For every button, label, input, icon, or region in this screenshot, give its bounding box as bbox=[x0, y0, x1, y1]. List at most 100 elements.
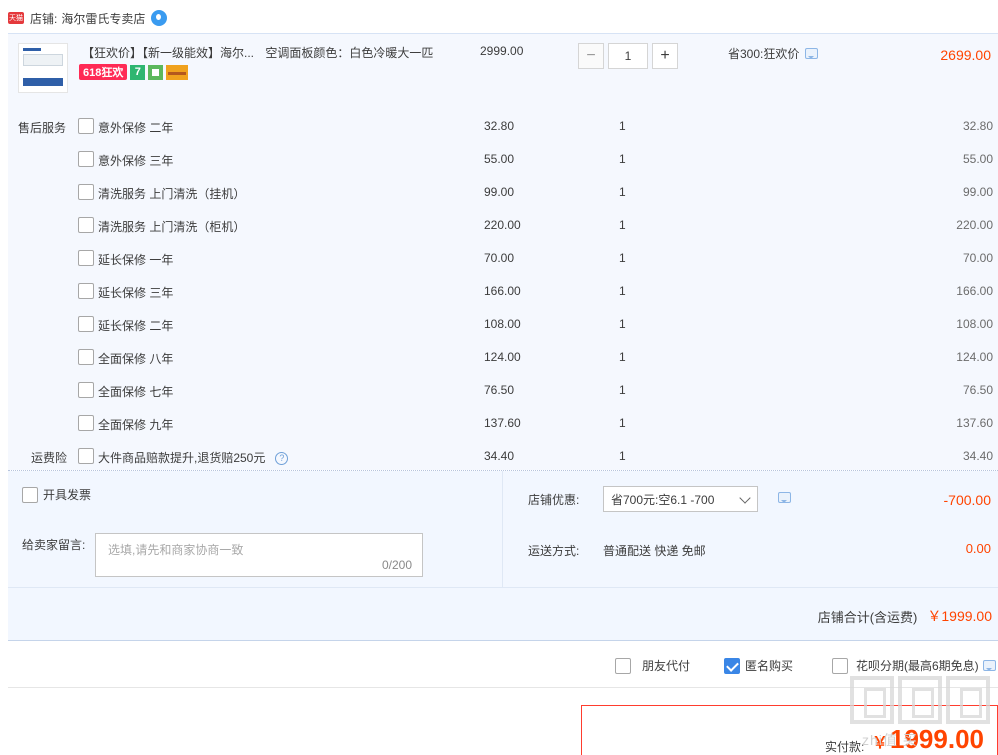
service-checkbox[interactable] bbox=[78, 118, 94, 134]
anonymous-option[interactable]: 匿名购买 bbox=[724, 657, 793, 674]
product-attrs: 空调面板颜色：白色冷暖大一匹 bbox=[265, 46, 434, 60]
service-row: 延长保修 三年 166.00 1 166.00 bbox=[8, 279, 998, 303]
invoice-option[interactable]: 开具发票 bbox=[22, 486, 91, 503]
friend-pay-checkbox[interactable] bbox=[615, 657, 631, 674]
qty-input[interactable]: 1 bbox=[608, 43, 648, 69]
service-price: 32.80 bbox=[484, 119, 515, 133]
service-total: 55.00 bbox=[962, 152, 993, 166]
help-icon[interactable]: ? bbox=[275, 452, 289, 466]
message-textarea[interactable]: 选填,请先和商家协商一致 0/200 bbox=[95, 533, 423, 577]
credit-card-icon bbox=[166, 64, 189, 80]
service-qty: 1 bbox=[619, 284, 626, 298]
message-label: 给卖家留言: bbox=[22, 538, 86, 552]
wangwang-chat-icon[interactable] bbox=[151, 10, 168, 26]
shop-total-label: 店铺合计(含运费) bbox=[817, 609, 918, 625]
service-row: 意外保修 三年 55.00 1 55.00 bbox=[8, 147, 998, 171]
service-checkbox[interactable] bbox=[78, 316, 94, 332]
service-qty: 1 bbox=[619, 350, 626, 364]
service-checkbox[interactable] bbox=[78, 283, 94, 299]
payment-label: 实付款: bbox=[825, 740, 865, 754]
order-extras-box: 开具发票 给卖家留言: 选填,请先和商家协商一致 0/200 店铺优惠: 省70… bbox=[8, 471, 998, 641]
shipping-insurance-name: 大件商品赔款提升,退货赔250元? bbox=[98, 449, 289, 466]
service-name: 全面保修 九年 bbox=[98, 418, 174, 432]
watermark-text: zhi值 买 bbox=[862, 732, 918, 748]
service-total: 99.00 bbox=[962, 185, 993, 199]
service-name: 延长保修 一年 bbox=[98, 253, 174, 267]
service-checkbox[interactable] bbox=[78, 415, 94, 431]
service-price: 99.00 bbox=[484, 185, 515, 199]
product-thumbnail[interactable] bbox=[18, 43, 68, 93]
product-unit-price: 2999.00 bbox=[480, 44, 524, 58]
delivery-amount: 0.00 bbox=[965, 541, 991, 556]
shipping-insurance-total: 34.40 bbox=[962, 449, 993, 463]
service-total: 32.80 bbox=[962, 119, 993, 133]
service-name: 延长保修 二年 bbox=[98, 319, 174, 333]
guarantee-icon bbox=[148, 64, 164, 80]
shop-label: 店铺: bbox=[30, 11, 58, 26]
service-row: 清洗服务 上门清洗（柜机） 220.00 1 220.00 bbox=[8, 213, 998, 237]
huabei-option[interactable]: 花呗分期(最高6期免息) bbox=[832, 657, 996, 674]
invoice-checkbox[interactable] bbox=[22, 486, 38, 503]
service-total: 124.00 bbox=[956, 350, 993, 364]
service-price: 55.00 bbox=[484, 152, 515, 166]
coupon-select[interactable]: 省700元:空6.1 -700 bbox=[603, 486, 758, 512]
service-checkbox[interactable] bbox=[78, 349, 94, 365]
quantity-stepper: − 1 + bbox=[578, 43, 678, 69]
friend-pay-option[interactable]: 朋友代付 bbox=[615, 657, 690, 674]
service-checkbox[interactable] bbox=[78, 184, 94, 200]
friend-pay-label: 朋友代付 bbox=[642, 659, 691, 673]
coupon-comment-icon[interactable] bbox=[778, 492, 791, 503]
huabei-checkbox[interactable] bbox=[832, 657, 848, 674]
service-total: 70.00 bbox=[962, 251, 993, 265]
product-badges: 618狂欢 7 bbox=[79, 64, 189, 80]
delivery-method: 普通配送 快递 免邮 bbox=[603, 544, 706, 558]
service-checkbox[interactable] bbox=[78, 151, 94, 167]
product-title-link[interactable]: 【狂欢价】【新一级能效】海尔... bbox=[82, 46, 254, 60]
delivery-label: 运送方式: bbox=[528, 544, 580, 558]
service-total: 108.00 bbox=[956, 317, 993, 331]
service-qty: 1 bbox=[619, 119, 626, 133]
service-qty: 1 bbox=[619, 185, 626, 199]
chevron-down-icon bbox=[739, 492, 751, 504]
service-qty: 1 bbox=[619, 218, 626, 232]
anonymous-label: 匿名购买 bbox=[745, 659, 794, 673]
service-row: 清洗服务 上门清洗（挂机） 99.00 1 99.00 bbox=[8, 180, 998, 204]
service-total: 137.60 bbox=[956, 416, 993, 430]
service-price: 124.00 bbox=[484, 350, 521, 364]
coupon-label: 店铺优惠: bbox=[528, 493, 580, 507]
order-item-box: 【狂欢价】【新一级能效】海尔... 空调面板颜色：白色冷暖大一匹 618狂欢 7… bbox=[8, 33, 998, 470]
service-qty: 1 bbox=[619, 416, 626, 430]
service-price: 220.00 bbox=[484, 218, 521, 232]
service-qty: 1 bbox=[619, 317, 626, 331]
service-checkbox[interactable] bbox=[78, 250, 94, 266]
service-qty: 1 bbox=[619, 251, 626, 265]
huabei-info-icon[interactable] bbox=[982, 660, 996, 671]
shop-name-link[interactable]: 海尔雷氏专卖店 bbox=[61, 10, 145, 27]
service-qty: 1 bbox=[619, 383, 626, 397]
shop-header: 天猫 店铺: 海尔雷氏专卖店 bbox=[8, 8, 168, 28]
service-qty: 1 bbox=[619, 152, 626, 166]
service-row: 全面保修 九年 137.60 1 137.60 bbox=[8, 411, 998, 435]
service-checkbox[interactable] bbox=[78, 382, 94, 398]
seven-day-return-icon: 7 bbox=[130, 64, 146, 80]
service-total: 166.00 bbox=[956, 284, 993, 298]
product-title-line: 【狂欢价】【新一级能效】海尔... 空调面板颜色：白色冷暖大一匹 bbox=[82, 44, 452, 61]
service-row: 全面保修 七年 76.50 1 76.50 bbox=[8, 378, 998, 402]
service-name: 清洗服务 上门清洗（挂机） bbox=[98, 187, 246, 201]
service-total: 76.50 bbox=[962, 383, 993, 397]
service-row: 延长保修 二年 108.00 1 108.00 bbox=[8, 312, 998, 336]
service-name: 延长保修 三年 bbox=[98, 286, 174, 300]
anonymous-checkbox[interactable] bbox=[724, 657, 740, 674]
invoice-label: 开具发票 bbox=[43, 488, 92, 502]
shop-total: 店铺合计(含运费) ￥1999.00 bbox=[818, 606, 992, 626]
qty-minus-button[interactable]: − bbox=[578, 43, 604, 69]
service-total: 220.00 bbox=[956, 218, 993, 232]
service-checkbox[interactable] bbox=[78, 217, 94, 233]
promo-text: 省300:狂欢价 bbox=[728, 47, 800, 61]
promo-comment-icon[interactable] bbox=[805, 48, 819, 59]
service-name: 意外保修 三年 bbox=[98, 154, 174, 168]
qty-plus-button[interactable]: + bbox=[652, 43, 678, 69]
huabei-label: 花呗分期(最高6期免息) bbox=[856, 659, 979, 673]
promo-618-badge: 618狂欢 bbox=[79, 64, 128, 80]
shipping-insurance-checkbox[interactable] bbox=[78, 448, 94, 464]
